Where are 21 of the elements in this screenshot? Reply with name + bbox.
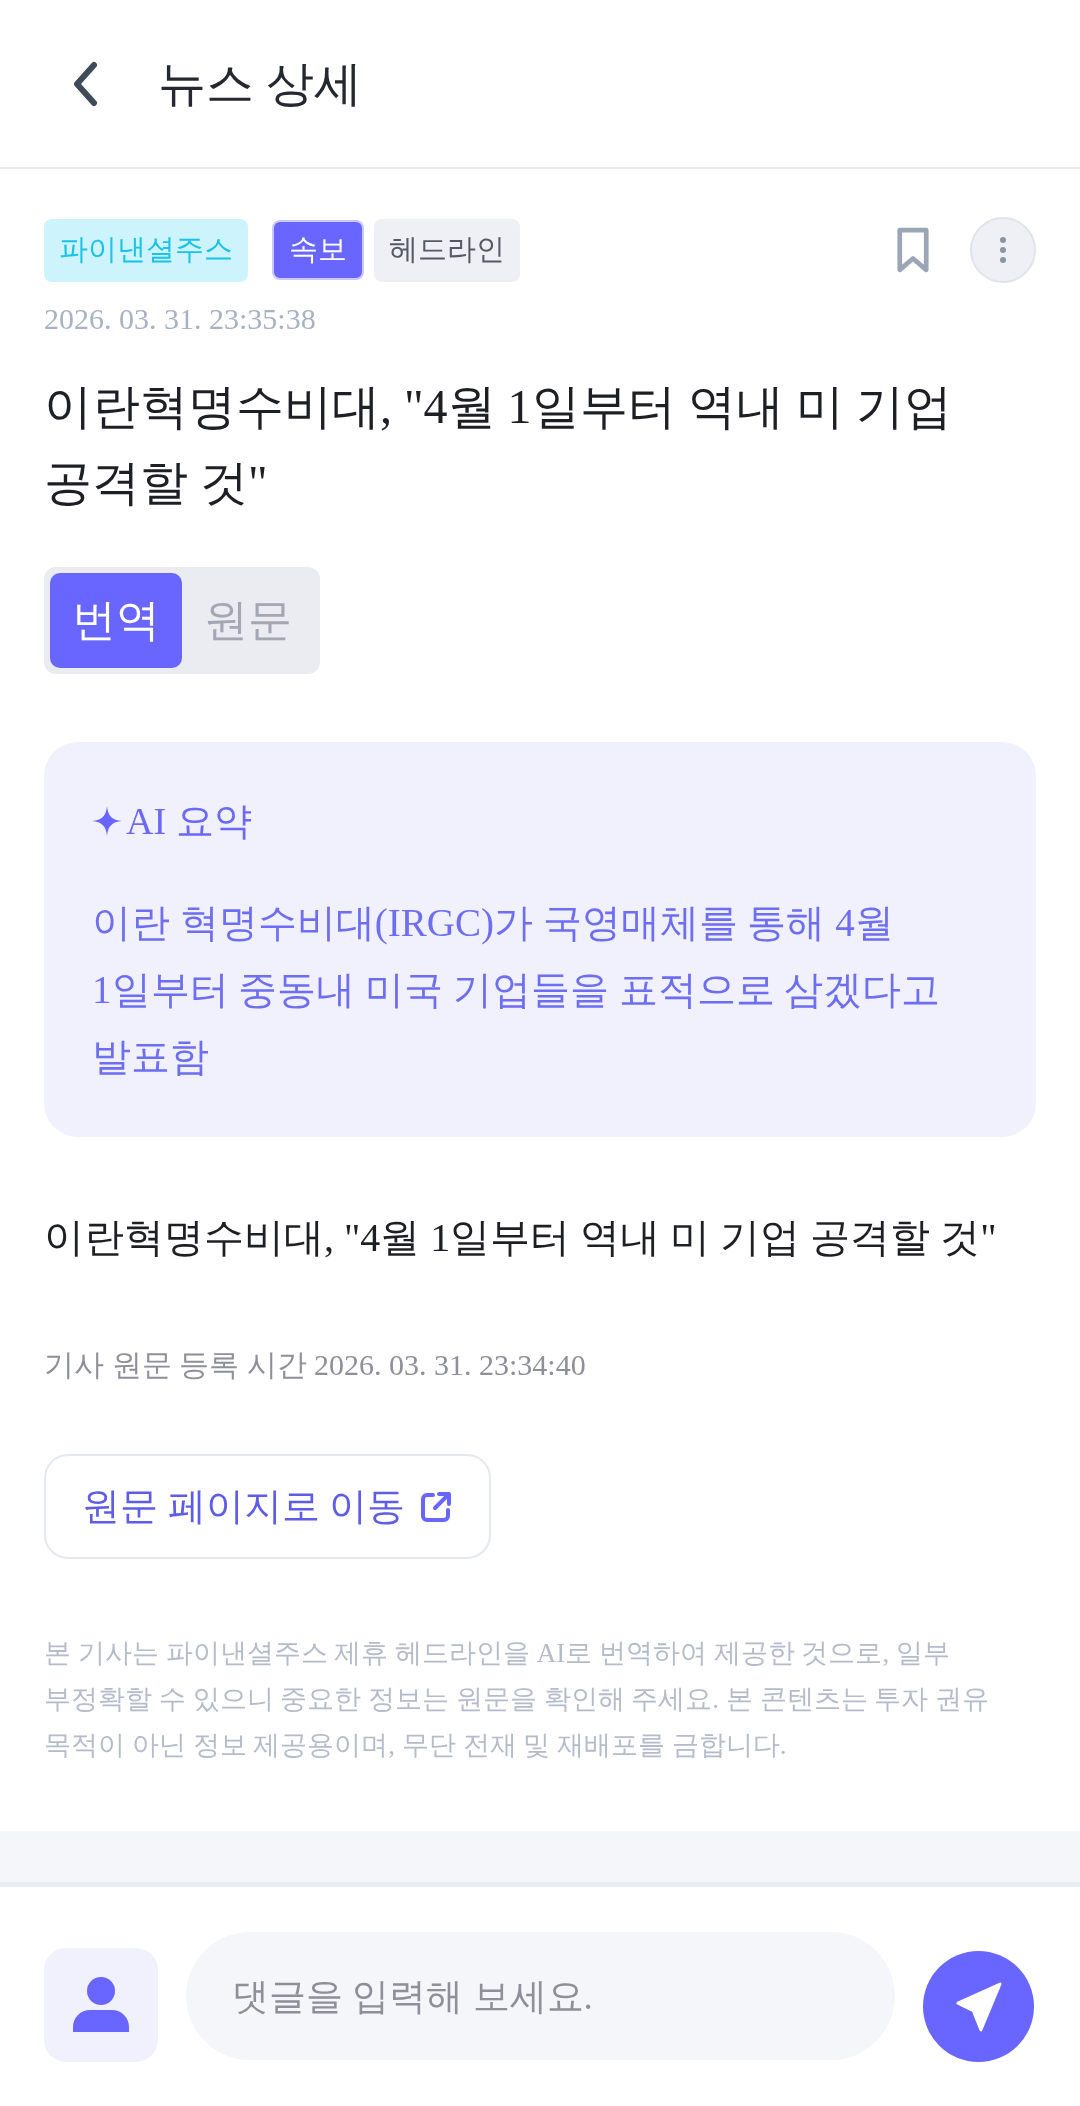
send-icon: [955, 1981, 1002, 2032]
view-tab[interactable]: 번역: [50, 573, 182, 668]
original-page-button[interactable]: 원문 페이지로 이동: [44, 1454, 491, 1559]
publish-date: 2026. 03. 31. 23:35:38: [44, 301, 317, 337]
external-link-icon: [419, 1489, 453, 1524]
breaking-tag: 속보: [272, 220, 364, 280]
summary-title: AI 요약: [126, 801, 252, 841]
person-icon: [44, 1948, 158, 2062]
back-icon[interactable]: [71, 60, 99, 107]
summary-text: 이란 혁명수비대(IRGC)가 국영매체를 통해 4월 1일부터 중동내 미국 기업들을 표적으로 삼겠다고 발표함: [92, 900, 942, 1080]
disclaimer-text: 본 기사는 파이낸셜주스 제휴 헤드라인을 AI로 번역하여 제공한 것으로, 일부 부정확할 수 있으니 중요한 정보는 원문을 확인해 주세요. 본 콘텐츠는 투자 권유 목적이 아닌 정보 제공용이며, 무단 전재 및 재배포를 금합니다.: [44, 1637, 990, 1762]
comment-input[interactable]: 댓글을 입력해 보세요.: [186, 1932, 895, 2060]
sparkle-icon: [92, 806, 122, 836]
article-title: 이란혁명수비대, "4월 1일부터 역내 미 기업 공격할 것": [44, 379, 953, 511]
source-time-text: 기사 원문 등록 시간 2026. 03. 31. 23:34:40: [44, 1347, 587, 1383]
source-tag: 파이낸셜주스: [44, 218, 248, 282]
bookmark-icon[interactable]: [896, 227, 930, 273]
article-body: 이란혁명수비대, "4월 1일부터 역내 미 기업 공격할 것": [44, 1214, 998, 1262]
page-title: 뉴스 상세: [158, 55, 362, 112]
category-tag: 헤드라인: [374, 218, 520, 282]
more-icon: [1000, 237, 1006, 263]
